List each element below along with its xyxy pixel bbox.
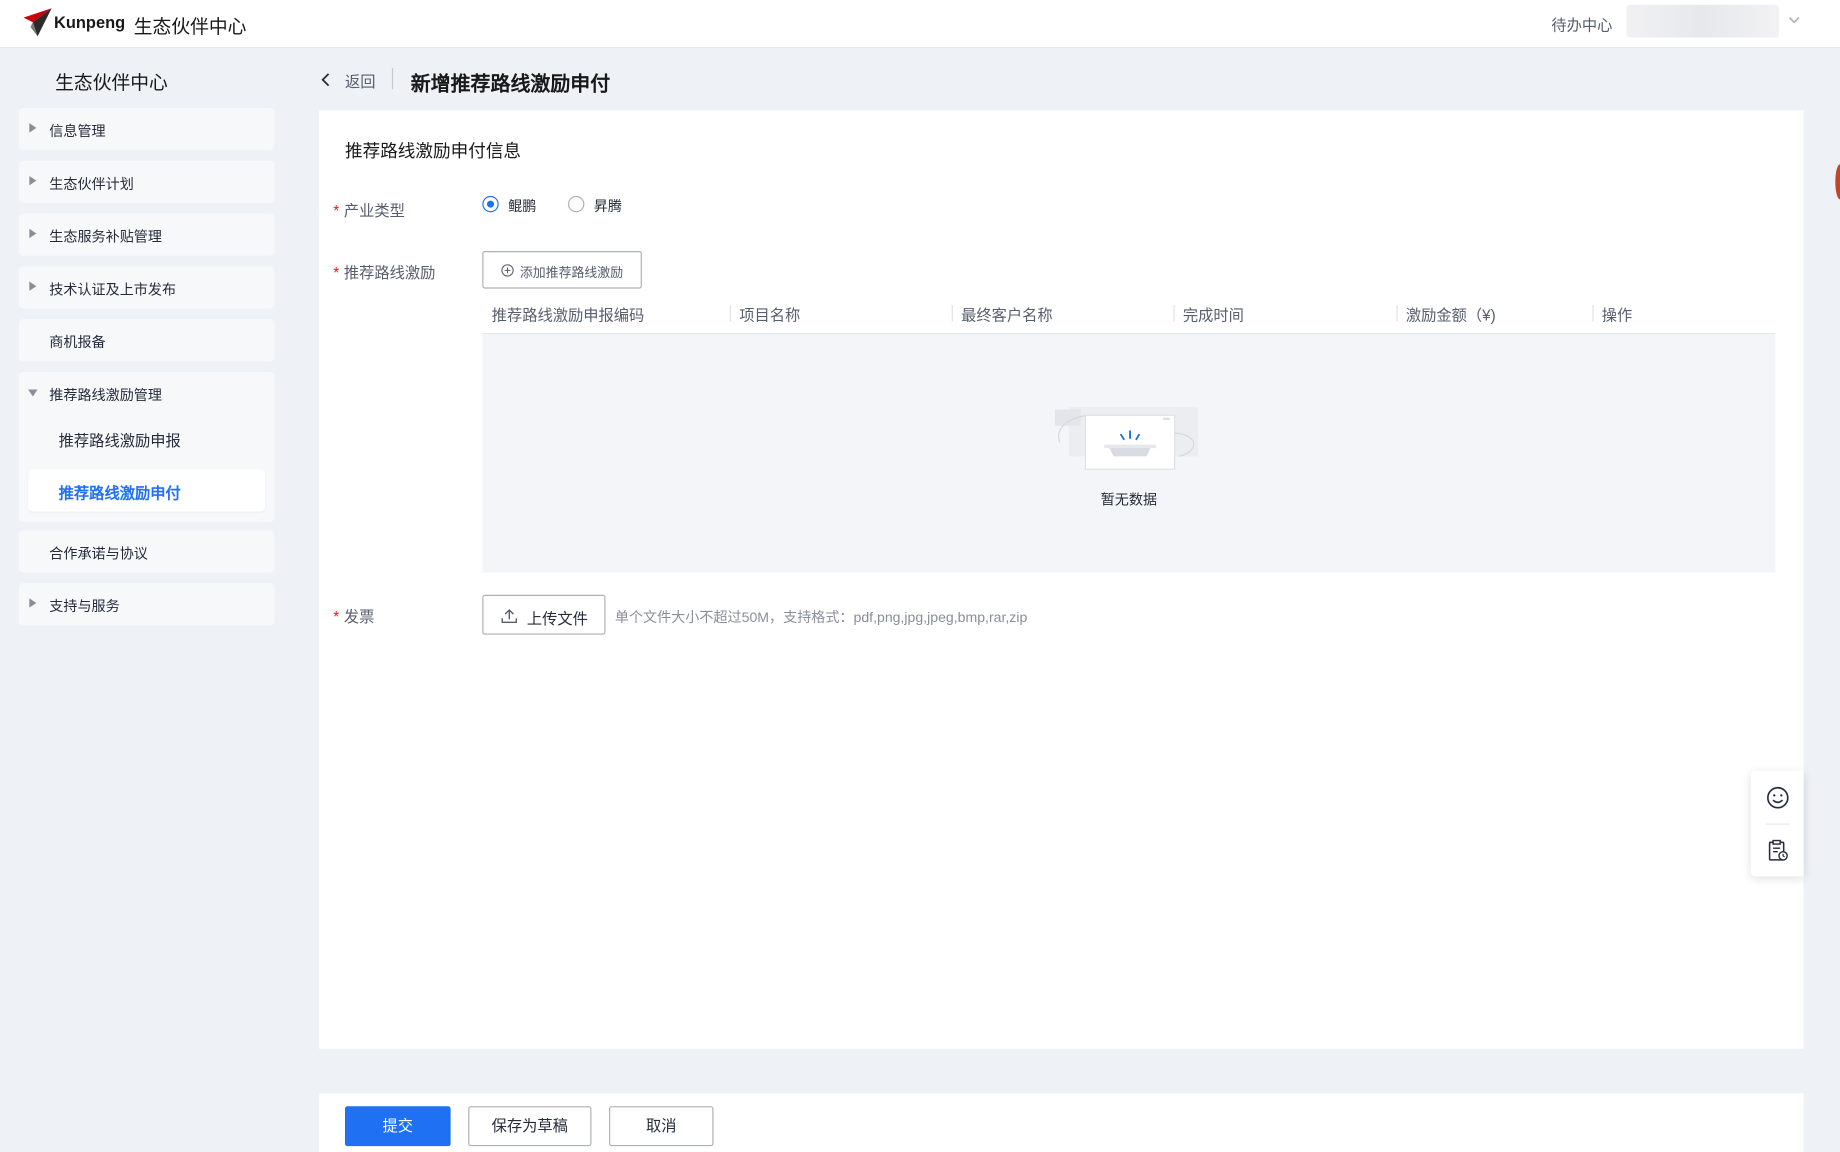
column-header: 推荐路线激励申报编码 (491, 306, 645, 324)
required-mark: * (333, 263, 340, 282)
header-divider (391, 68, 394, 90)
sidebar-item-partner-program[interactable]: 生态伙伴计划 (18, 160, 275, 203)
add-incentive-button[interactable]: 添加推荐路线激励 (482, 251, 642, 289)
sidebar-subitem-incentive-payment[interactable]: 推荐路线激励申付 (28, 469, 266, 512)
caret-right-icon (29, 175, 37, 186)
sidebar-item-route-incentive[interactable]: 推荐路线激励管理 (19, 372, 275, 414)
column-header: 激励金额（¥) (1405, 306, 1496, 324)
caret-right-icon (29, 228, 37, 239)
submit-button[interactable]: 提交 (345, 1106, 451, 1147)
column-divider (729, 305, 732, 322)
column-header: 项目名称 (739, 306, 801, 324)
upload-icon (501, 609, 518, 624)
sidebar-item-info-management[interactable]: 信息管理 (18, 107, 275, 151)
add-incentive-label: 添加推荐路线激励 (519, 266, 624, 281)
sidebar-item-opportunity[interactable]: 商机报备 (18, 319, 275, 362)
empty-text: 暂无数据 (1100, 491, 1158, 508)
kunpeng-logo-icon[interactable] (21, 6, 54, 39)
caret-right-icon (29, 281, 37, 291)
sidebar-subitem-incentive-declare[interactable]: 推荐路线激励申报 (28, 416, 265, 458)
sidebar-subitem-label: 推荐路线激励申报 (58, 431, 181, 450)
sidebar-item-certification[interactable]: 技术认证及上市发布 (18, 266, 275, 309)
top-bar: Kunpeng 生态伙伴中心 待办中心 (0, 0, 1840, 49)
column-header: 完成时间 (1182, 306, 1244, 324)
page-title: 新增推荐路线激励申付 (410, 72, 611, 96)
chevron-down-icon[interactable] (1786, 12, 1802, 28)
caret-right-icon (29, 598, 37, 608)
table-body-empty: 暂无数据 (482, 334, 1776, 573)
sidebar-item-label: 信息管理 (49, 123, 106, 140)
sidebar-item-label: 生态服务补贴管理 (49, 228, 162, 246)
invoice-label: * 发票 (333, 607, 375, 626)
footer-actions: 提交 保存为草稿 取消 (319, 1093, 1804, 1152)
upload-file-button[interactable]: 上传文件 (482, 594, 606, 635)
save-draft-button[interactable]: 保存为草稿 (468, 1106, 592, 1147)
upload-file-label: 上传文件 (526, 610, 588, 628)
sidebar-item-label: 合作承诺与协议 (49, 545, 148, 562)
sidebar-item-label: 商机报备 (49, 334, 106, 351)
clipboard-clock-icon[interactable] (1765, 838, 1791, 864)
sidebar-item-support[interactable]: 支持与服务 (18, 583, 275, 626)
column-divider (951, 305, 953, 322)
incentive-table: 推荐路线激励申报编码 项目名称 最终客户名称 完成时间 激励金额（¥) 操作 暂… (482, 295, 1776, 573)
sidebar-item-service-subsidy[interactable]: 生态服务补贴管理 (18, 213, 275, 256)
sidebar-item-label: 支持与服务 (49, 598, 120, 615)
sidebar-item-label: 生态伙伴计划 (49, 175, 134, 193)
industry-type-label: * 产业类型 (333, 201, 405, 220)
section-title: 推荐路线激励申付信息 (345, 141, 522, 162)
sidebar-item-label: 技术认证及上市发布 (49, 281, 177, 298)
todo-center-link[interactable]: 待办中心 (1551, 13, 1612, 35)
sidebar-subitem-label: 推荐路线激励申付 (58, 484, 181, 503)
sidebar-item-label: 推荐路线激励管理 (49, 387, 162, 404)
form-card: 推荐路线激励申付信息 * 产业类型 鲲鹏 昇腾 * 推荐路线激励 添加推荐路线激励 … (319, 110, 1804, 1049)
table-header: 推荐路线激励申报编码 项目名称 最终客户名称 完成时间 激励金额（¥) 操作 (482, 295, 1776, 335)
smiley-feedback-icon[interactable] (1765, 785, 1791, 811)
column-divider (1173, 305, 1175, 322)
incentive-label: * 推荐路线激励 (333, 263, 436, 282)
app-title[interactable]: 生态伙伴中心 (134, 11, 247, 39)
radio-checked-icon[interactable] (482, 195, 499, 213)
toolbar-divider (1766, 823, 1790, 825)
caret-down-icon (28, 389, 38, 397)
floating-toolbar (1750, 770, 1804, 877)
caret-right-icon (29, 123, 37, 133)
radio-label: 昇腾 (593, 198, 622, 215)
empty-box-icon (1054, 407, 1199, 470)
chevron-left-icon (321, 73, 330, 87)
radio-label: 鲲鹏 (508, 198, 537, 215)
upload-hint: 单个文件大小不超过50M，支持格式：pdf,png,jpg,jpeg,bmp,r… (614, 608, 1028, 626)
column-divider (1592, 305, 1594, 322)
sidebar-group-route-incentive: 推荐路线激励管理 推荐路线激励申报 推荐路线激励申付 (18, 371, 275, 523)
cancel-button[interactable]: 取消 (609, 1106, 714, 1147)
column-header: 最终客户名称 (961, 306, 1053, 324)
column-header: 操作 (1601, 306, 1633, 324)
column-divider (1396, 305, 1398, 322)
radio-unchecked-icon[interactable] (567, 195, 585, 213)
required-mark: * (333, 201, 340, 220)
sidebar-item-agreements[interactable]: 合作承诺与协议 (18, 530, 275, 573)
back-label: 返回 (345, 72, 376, 91)
brand-name[interactable]: Kunpeng (54, 13, 125, 32)
plus-circle-icon (501, 264, 514, 277)
required-mark: * (333, 607, 340, 626)
edge-avatar[interactable] (1835, 164, 1840, 200)
sidebar-title: 生态伙伴中心 (55, 73, 168, 94)
user-account[interactable] (1626, 4, 1779, 38)
